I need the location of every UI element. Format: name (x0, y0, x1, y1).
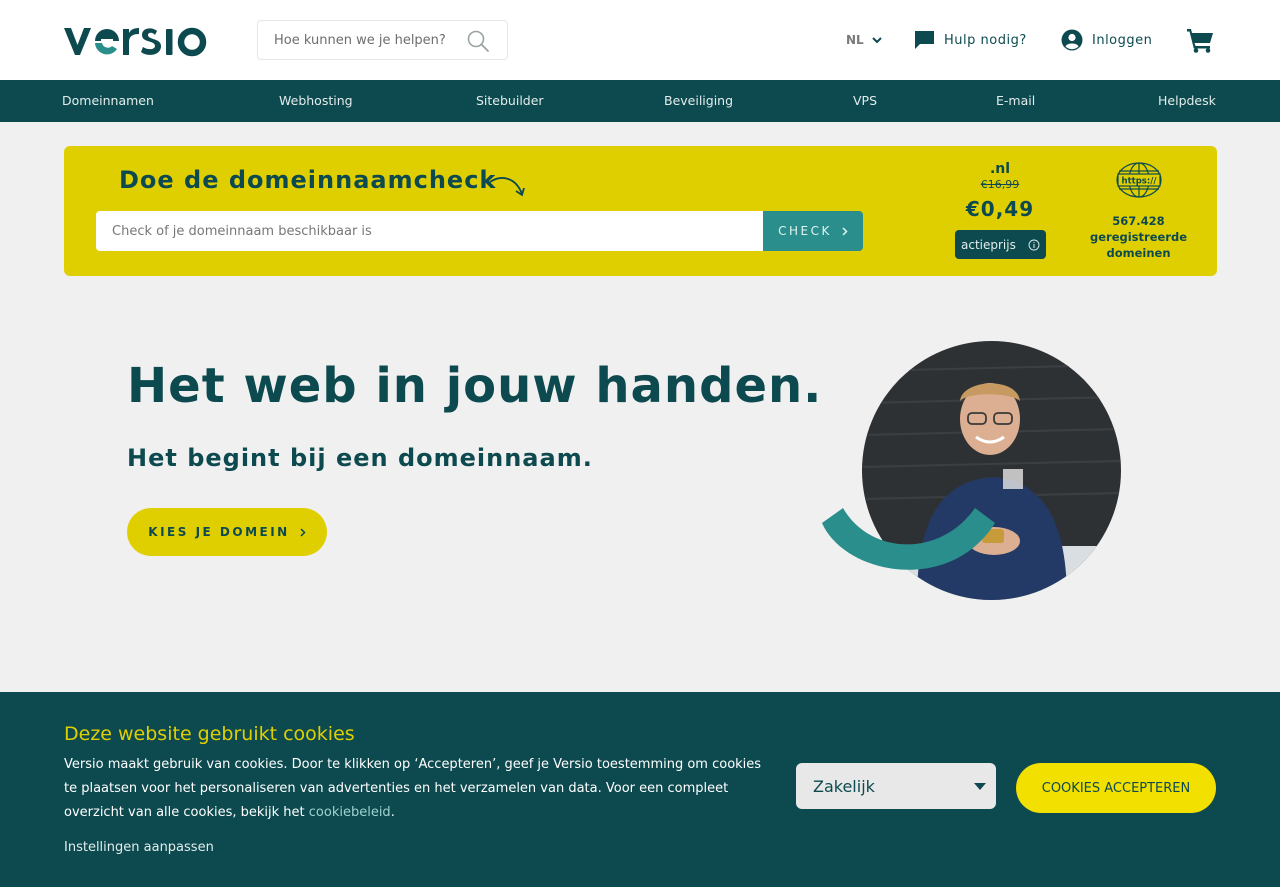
hero-subtitle: Het begint bij een domeinnaam. (127, 444, 593, 472)
old-price: €16,99 (980, 178, 1020, 191)
cookie-text-end: . (390, 805, 395, 820)
domain-check-panel: Doe de domeinnaamcheck CHECK .nl €16,99 … (64, 146, 1217, 276)
registered-domains-block: https:// 567.428 geregistreerde domeinen (1080, 161, 1197, 261)
https-label: https:// (1121, 177, 1157, 187)
cookie-type-value: Zakelijk (813, 776, 875, 796)
curved-arrow-icon (489, 177, 525, 197)
main-nav: Domeinnamen Webhosting Sitebuilder Bevei… (0, 80, 1280, 122)
nav-item-beveiliging[interactable]: Beveiliging (664, 80, 733, 122)
chat-icon (915, 31, 934, 49)
search-icon[interactable] (466, 29, 490, 53)
nav-item-helpdesk[interactable]: Helpdesk (1158, 80, 1216, 122)
login-link[interactable]: Inloggen (1061, 28, 1152, 52)
tld-label: .nl (989, 161, 1011, 177)
choose-domain-label: KIES JE DOMEIN (148, 525, 290, 539)
cart-icon[interactable] (1186, 27, 1214, 53)
promo-label: actieprijs (961, 237, 1016, 252)
nl-price-block: .nl €16,99 €0,49 (954, 160, 1046, 224)
domain-search-input[interactable] (96, 211, 764, 251)
globe-https-icon: https:// (1115, 162, 1162, 198)
language-label: NL (846, 33, 864, 47)
user-icon (1061, 29, 1083, 51)
new-price: €0,49 (965, 197, 1035, 221)
nav-item-sitebuilder[interactable]: Sitebuilder (476, 80, 544, 122)
language-selector[interactable]: NL (846, 31, 882, 49)
nav-item-email[interactable]: E-mail (996, 80, 1035, 122)
chevron-down-icon (871, 36, 882, 43)
cookie-type-select[interactable]: Zakelijk (796, 763, 996, 809)
cookie-policy-link[interactable]: cookiebeleid (309, 805, 391, 820)
versio-logo[interactable] (62, 20, 232, 60)
site-search (257, 20, 508, 60)
chevron-right-icon (842, 226, 848, 236)
nav-item-webhosting[interactable]: Webhosting (279, 80, 353, 122)
cookie-title: Deze website gebruikt cookies (64, 723, 355, 745)
check-button[interactable]: CHECK (763, 211, 863, 251)
nav-item-vps[interactable]: VPS (853, 80, 877, 122)
registered-count: 567.428 (1112, 214, 1165, 228)
registered-label: geregistreerde domeinen (1090, 230, 1187, 260)
teal-swoosh-decoration (822, 508, 995, 570)
info-icon[interactable] (1028, 239, 1040, 251)
cookie-settings-link[interactable]: Instellingen aanpassen (64, 840, 214, 855)
promo-price-badge[interactable]: actieprijs (955, 230, 1046, 259)
cookie-text: Versio maakt gebruik van cookies. Door t… (64, 753, 774, 825)
accept-cookies-button[interactable]: COOKIES ACCEPTEREN (1016, 763, 1216, 813)
site-header: NL Hulp nodig? Inloggen (0, 0, 1280, 80)
search-input[interactable] (258, 21, 458, 59)
hero-title: Het web in jouw handen. (127, 358, 823, 414)
nav-item-domeinnamen[interactable]: Domeinnamen (62, 80, 154, 122)
help-label: Hulp nodig? (944, 32, 1027, 48)
cookie-body: Versio maakt gebruik van cookies. Door t… (64, 757, 762, 820)
domain-check-title: Doe de domeinnaamcheck (119, 166, 497, 194)
check-button-label: CHECK (778, 224, 832, 238)
login-label: Inloggen (1092, 32, 1153, 48)
chevron-right-icon (300, 527, 306, 537)
cookie-banner: Deze website gebruikt cookies Versio maa… (0, 692, 1280, 887)
help-link[interactable]: Hulp nodig? (914, 28, 1027, 52)
caret-down-icon (974, 783, 986, 790)
choose-domain-button[interactable]: KIES JE DOMEIN (127, 508, 327, 556)
